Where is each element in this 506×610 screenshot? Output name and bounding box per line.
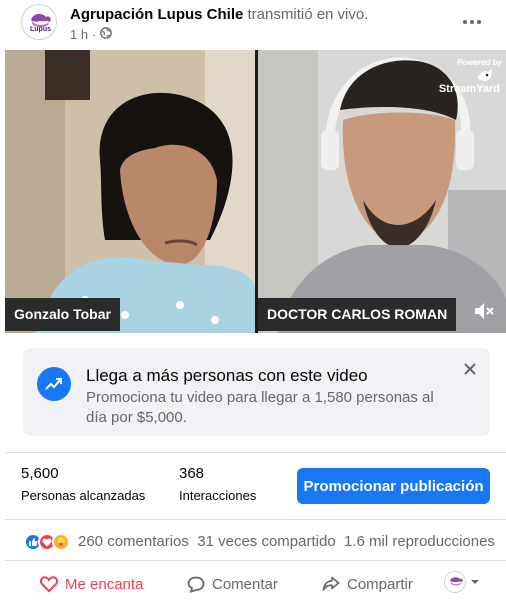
- post-timestamp[interactable]: 1 h: [70, 27, 88, 42]
- avatar-logo-text: Lupus: [30, 26, 51, 33]
- share-icon: [322, 576, 340, 591]
- video-feed-left: Gonzalo Tobar: [5, 50, 255, 333]
- engagement-value: 368: [179, 465, 205, 482]
- reactions-summary[interactable]: [24, 533, 70, 551]
- section-divider: [5, 519, 506, 520]
- more-options-button[interactable]: [458, 8, 486, 36]
- share-button[interactable]: Compartir: [322, 571, 413, 597]
- participant-name-right: DOCTOR CARLOS ROMAN: [258, 298, 457, 331]
- mute-button[interactable]: [472, 300, 498, 324]
- live-video-player[interactable]: Gonzalo Tobar DOCTOR CARLOS ROMAN Powere…: [5, 50, 506, 333]
- comment-button-label: Comentar: [212, 575, 278, 593]
- reach-label: Personas alcanzadas: [21, 488, 146, 503]
- engagement-counts: 260 comentarios 31 veces compartido 1.6 …: [78, 533, 495, 550]
- meta-separator: ·: [92, 27, 97, 42]
- post-action-text: transmitió en vivo.: [247, 6, 369, 23]
- care-reaction-icon: [52, 533, 70, 551]
- participant-name-left: Gonzalo Tobar: [5, 298, 120, 331]
- caret-down-icon: [471, 580, 479, 584]
- love-button-label: Me encanta: [65, 575, 144, 593]
- account-switcher[interactable]: [444, 571, 480, 593]
- post-meta: 1 h ·: [70, 27, 113, 42]
- comment-icon: [187, 576, 205, 593]
- video-feed-right: DOCTOR CARLOS ROMAN Powered by StreamYar…: [258, 50, 506, 333]
- views-count: 1.6 mil reproducciones: [344, 533, 495, 550]
- promotion-suggestion-card: Llega a más personas con este video Prom…: [23, 348, 490, 436]
- comments-count[interactable]: 260 comentarios: [78, 533, 189, 550]
- page-avatar[interactable]: Lupus: [21, 4, 57, 40]
- promo-close-button[interactable]: [459, 358, 481, 380]
- section-divider: [5, 452, 506, 453]
- engagement-label: Interacciones: [179, 488, 257, 503]
- share-button-label: Compartir: [347, 575, 413, 593]
- globe-icon: [100, 27, 113, 42]
- love-reaction-button[interactable]: Me encanta: [40, 571, 143, 597]
- speaker-muted-icon: [475, 303, 494, 319]
- heart-icon: [40, 576, 58, 592]
- trending-up-icon: [37, 367, 71, 401]
- reach-value: 5,600: [21, 465, 59, 482]
- section-divider: [5, 560, 506, 561]
- streamyard-powered-text: Powered by: [457, 58, 502, 67]
- shares-count[interactable]: 31 veces compartido: [197, 533, 335, 550]
- close-icon: [464, 363, 476, 375]
- account-avatar: [444, 571, 466, 593]
- promo-title: Llega a más personas con este video: [86, 366, 368, 385]
- comment-button[interactable]: Comentar: [187, 571, 278, 597]
- post-author-line: Agrupación Lupus Chile transmitió en viv…: [70, 6, 368, 23]
- streamyard-brand-text: StreamYard: [438, 83, 500, 95]
- more-dots-icon: [463, 20, 481, 24]
- promo-description: Promociona tu video para llegar a 1,580 …: [86, 389, 434, 426]
- post-header: Lupus Agrupación Lupus Chile transmitió …: [0, 0, 506, 50]
- promote-post-button[interactable]: Promocionar publicación: [297, 468, 490, 504]
- page-name-link[interactable]: Agrupación Lupus Chile: [70, 6, 243, 23]
